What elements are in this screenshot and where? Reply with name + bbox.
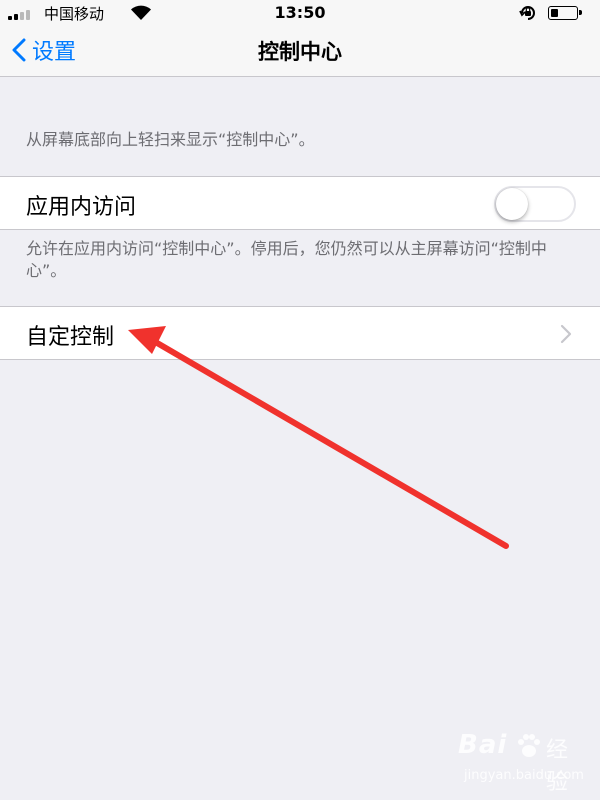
battery-icon [548,6,582,20]
app-access-toggle[interactable] [494,186,576,222]
watermark-url: jingyan.baidu.com [464,768,584,783]
customize-controls-row[interactable]: 自定控制 [0,306,600,360]
section-footer-swipe: 从屏幕底部向上轻扫来显示“控制中心”。 [26,130,315,149]
annotation-arrow-icon [128,326,509,549]
status-time: 13:50 [274,3,326,22]
watermark-logo: Bai [458,730,508,760]
status-bar: 中国移动 13:50 [0,0,600,26]
app-access-row: 应用内访问 [0,176,600,230]
watermark-name: 经验 [546,738,569,795]
navigation-bar: 设置 控制中心 [0,26,600,77]
baidu-watermark: Bai 经验 jingyan.baidu.com [458,730,588,795]
toggle-knob [496,188,528,220]
section-footer-access: 允许在应用内访问“控制中心”。停用后，您仍然可以从主屏幕访问“控制中心”。 [26,239,547,280]
app-access-label: 应用内访问 [26,195,137,220]
page-title: 控制中心 [258,40,342,64]
chevron-right-icon [560,324,572,344]
customize-controls-label: 自定控制 [26,325,115,350]
rotation-lock-icon [519,6,535,20]
paw-icon [518,734,540,757]
